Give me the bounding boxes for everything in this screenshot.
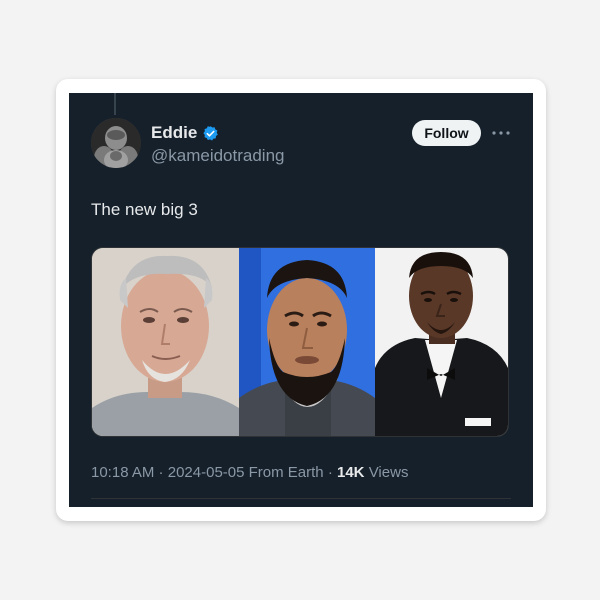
portrait-photo-icon xyxy=(239,248,375,436)
follow-button[interactable]: Follow xyxy=(412,120,481,146)
divider xyxy=(91,498,511,499)
tweet-text: The new big 3 xyxy=(91,200,198,219)
portrait-photo-icon xyxy=(92,248,239,436)
more-horizontal-icon[interactable] xyxy=(489,123,513,143)
tweet-card: Eddie @kameidotrading Follow The new big… xyxy=(69,93,533,507)
media-photo-1[interactable] xyxy=(92,248,239,436)
thread-line xyxy=(114,93,116,115)
media-photo-2[interactable] xyxy=(239,248,375,436)
portrait-photo-icon xyxy=(375,248,508,436)
meta-separator: · xyxy=(323,464,337,481)
author-name[interactable]: Eddie xyxy=(151,123,197,143)
media-grid xyxy=(91,247,509,437)
tweet-metadata: 10:18 AM · 2024-05-05 From Earth · 14K V… xyxy=(91,464,408,481)
views-label: Views xyxy=(364,464,409,481)
views-count[interactable]: 14K xyxy=(337,464,365,481)
sticker-frame: Eddie @kameidotrading Follow The new big… xyxy=(56,79,546,521)
avatar-photo-icon xyxy=(91,118,141,168)
verified-badge-icon xyxy=(203,125,219,140)
meta-separator: · xyxy=(154,464,168,481)
author-name-row[interactable]: Eddie xyxy=(151,123,219,143)
author-handle[interactable]: @kameidotrading xyxy=(151,146,285,166)
tweet-time[interactable]: 10:18 AM xyxy=(91,464,154,481)
tweet-location: From Earth xyxy=(244,464,324,481)
media-photo-3[interactable] xyxy=(375,248,508,436)
avatar[interactable] xyxy=(91,118,141,168)
tweet-date[interactable]: 2024-05-05 xyxy=(168,464,245,481)
